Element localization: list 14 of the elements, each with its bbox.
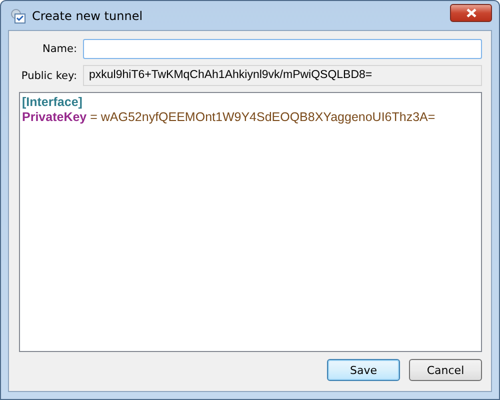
dialog-button[interactable]: Save — [327, 359, 400, 381]
name-input[interactable] — [83, 39, 482, 59]
window-title: Create new tunnel — [32, 8, 143, 22]
app-icon — [10, 8, 26, 24]
config-key: PrivateKey — [22, 110, 87, 124]
config-editor[interactable]: [Interface] PrivateKey = wAG52nyfQEEMOnt1W9Y4SdEOQB8XYaggenoUI6Thz3A= — [19, 92, 482, 352]
public-key-field: pxkul9hiT6+TwKMqChAh1Ahkiynl9vk/mPwiQSQLBD8= — [83, 65, 482, 86]
public-key-label: Public key: — [20, 70, 77, 82]
close-icon — [466, 8, 476, 18]
config-value: = wAG52nyfQEEMOnt1W9Y4SdEOQB8XYaggenoUI6Thz3A= — [89, 110, 436, 124]
dialog-button[interactable]: Cancel — [409, 359, 482, 381]
close-button[interactable] — [450, 4, 492, 22]
section-header: [Interface] — [22, 95, 82, 109]
name-label: Name: — [41, 43, 77, 55]
